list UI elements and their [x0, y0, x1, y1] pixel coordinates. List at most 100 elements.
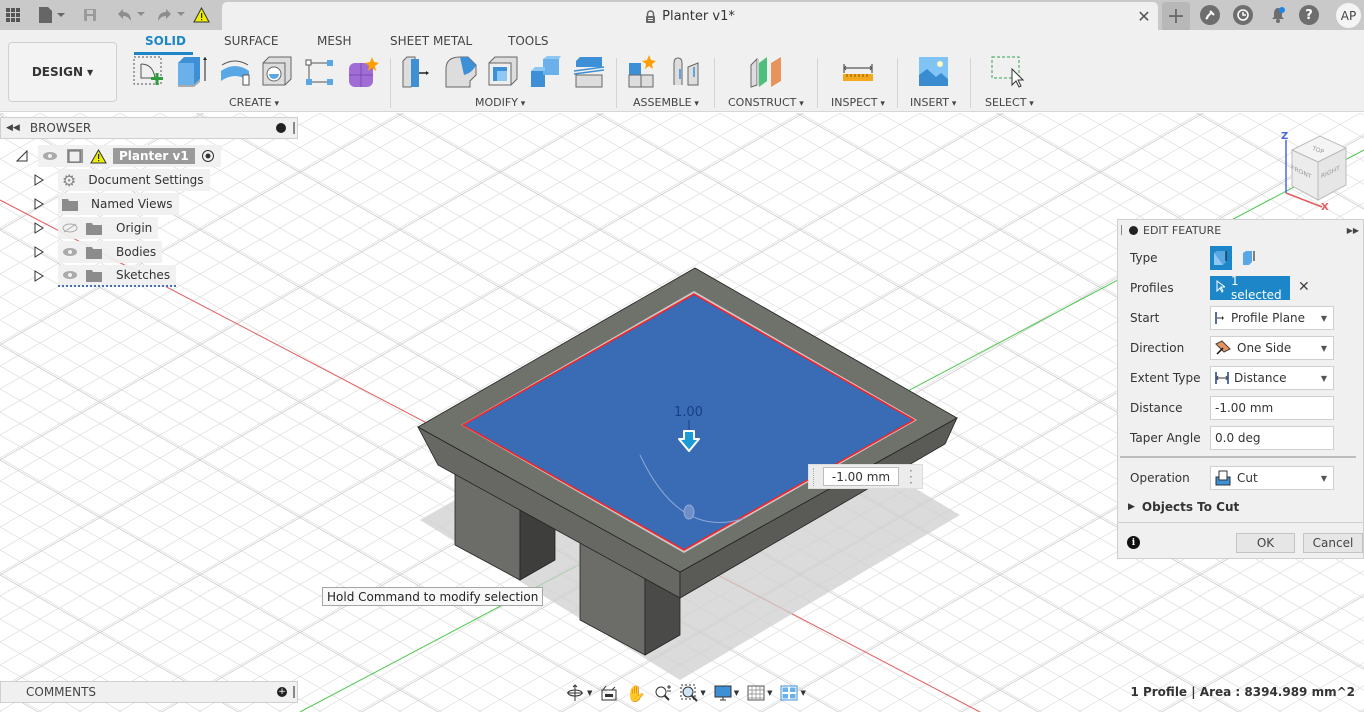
pattern-icon[interactable] [303, 55, 337, 89]
job-status-icon[interactable] [1233, 5, 1253, 25]
direction-dropdown[interactable]: One Side ▼ [1210, 336, 1334, 360]
chevron-down-icon[interactable]: ▼ [800, 689, 805, 697]
extensions-icon[interactable] [1200, 5, 1220, 25]
tab-tools[interactable]: TOOLS [508, 34, 549, 48]
browser-item-bodies[interactable]: Bodies [34, 241, 163, 263]
profiles-selection-button[interactable]: 1 selected [1210, 274, 1290, 302]
grid-apps-icon[interactable] [5, 5, 21, 25]
chevron-down-icon[interactable]: ▼ [587, 689, 592, 697]
insert-image-icon[interactable] [918, 55, 952, 89]
orbit-icon[interactable] [565, 684, 585, 702]
add-comment-icon[interactable]: + [277, 687, 287, 697]
browser-root-item[interactable]: Planter v1 [16, 145, 221, 167]
root-component-label[interactable]: Planter v1 [113, 148, 195, 164]
collapse-dialog-icon[interactable] [1129, 225, 1138, 235]
extent-type-dropdown[interactable]: Distance ▼ [1210, 366, 1334, 390]
expand-arrow-icon[interactable] [34, 198, 44, 210]
display-settings-icon[interactable] [714, 685, 732, 701]
objects-to-cut-section[interactable]: ▶ Objects To Cut [1128, 498, 1239, 516]
create-group-menu[interactable]: CREATE [229, 96, 279, 109]
create-sketch-icon[interactable] [132, 55, 166, 89]
browser-item-sketches[interactable]: Sketches [34, 265, 177, 287]
combine-icon[interactable] [529, 55, 563, 89]
select-group-menu[interactable]: SELECT [985, 96, 1034, 109]
minimize-panel-icon[interactable] [276, 123, 286, 133]
inspect-group-menu[interactable]: INSPECT [831, 96, 885, 109]
expand-arrow-icon[interactable] [34, 246, 44, 258]
collapse-panel-icon[interactable]: ◀◀ [6, 123, 20, 133]
undo-button[interactable] [114, 5, 146, 25]
notifications-icon[interactable] [1268, 5, 1288, 25]
taper-handle[interactable] [683, 504, 695, 520]
distance-field[interactable]: -1.00 mm [1210, 396, 1334, 420]
panel-resize-handle[interactable] [293, 686, 295, 698]
press-pull-icon[interactable] [401, 55, 435, 89]
measure-icon[interactable] [841, 55, 875, 89]
expand-arrow-icon[interactable] [34, 174, 44, 186]
type-thin-extrude-button[interactable] [1238, 246, 1260, 270]
type-one-side-extrude-button[interactable] [1210, 246, 1232, 270]
panel-resize-handle[interactable] [293, 122, 295, 134]
drag-handle[interactable] [813, 468, 816, 486]
eye-icon[interactable] [42, 151, 58, 161]
hole-icon[interactable] [261, 55, 295, 89]
document-tab[interactable]: Planter v1* ✕ [222, 2, 1158, 30]
modify-group-menu[interactable]: MODIFY [475, 96, 525, 109]
file-menu-button[interactable] [37, 5, 67, 25]
look-at-icon[interactable] [600, 685, 618, 701]
insert-group-menu[interactable]: INSERT [910, 96, 956, 109]
eye-icon[interactable] [62, 247, 78, 257]
revolve-icon[interactable] [218, 55, 252, 89]
ok-button[interactable]: OK [1236, 533, 1295, 553]
zoom-icon[interactable] [654, 685, 672, 701]
operation-dropdown[interactable]: Cut ▼ [1210, 466, 1334, 490]
tab-solid[interactable]: SOLID [145, 34, 186, 48]
tab-mesh[interactable]: MESH [317, 34, 352, 48]
joint-icon[interactable] [670, 55, 704, 89]
dialog-header[interactable]: EDIT FEATURE ▶▶ [1118, 220, 1363, 240]
more-options-icon[interactable]: · · · [909, 465, 913, 489]
distance-input[interactable]: -1.00 mm [823, 467, 899, 486]
help-icon[interactable]: ? [1299, 5, 1319, 25]
viewports-icon[interactable] [780, 685, 798, 701]
warning-icon[interactable] [192, 5, 210, 25]
activate-component-icon[interactable] [201, 149, 215, 163]
chevron-down-icon[interactable]: ▼ [767, 689, 772, 697]
taper-angle-field[interactable]: 0.0 deg [1210, 426, 1334, 450]
pan-icon[interactable]: ✋ [626, 684, 646, 703]
expand-arrow-icon[interactable] [34, 222, 44, 234]
fillet-icon[interactable] [444, 55, 478, 89]
expand-triangle-icon[interactable] [16, 150, 28, 162]
drag-handle[interactable] [1121, 225, 1123, 235]
close-tab-button[interactable]: ✕ [1134, 6, 1154, 26]
tab-surface[interactable]: SURFACE [224, 34, 279, 48]
eye-hidden-icon[interactable] [62, 223, 78, 233]
new-tab-button[interactable]: + [1162, 2, 1190, 30]
tab-sheet-metal[interactable]: SHEET METAL [390, 34, 472, 48]
user-avatar[interactable]: AP [1336, 3, 1361, 28]
split-body-icon[interactable] [572, 55, 606, 89]
chevron-down-icon[interactable]: ▼ [734, 689, 739, 697]
info-icon[interactable]: i [1127, 536, 1140, 549]
browser-item-document-settings[interactable]: ⚙ Document Settings [34, 169, 210, 191]
redo-button[interactable] [154, 5, 186, 25]
workspace-switcher-button[interactable]: DESIGN ▼ [8, 42, 117, 102]
browser-item-origin[interactable]: Origin [34, 217, 159, 239]
save-icon[interactable] [82, 5, 98, 25]
start-dropdown[interactable]: Profile Plane ▼ [1210, 306, 1334, 330]
extrude-icon[interactable] [176, 55, 210, 89]
assemble-group-menu[interactable]: ASSEMBLE [633, 96, 699, 109]
create-form-icon[interactable] [346, 55, 380, 89]
new-component-icon[interactable] [627, 55, 661, 89]
eye-icon[interactable] [62, 270, 78, 280]
window-select-icon[interactable] [990, 55, 1025, 89]
browser-item-named-views[interactable]: Named Views [34, 193, 179, 215]
chevron-down-icon[interactable]: ▼ [700, 689, 705, 697]
fit-icon[interactable] [680, 684, 699, 702]
expand-arrow-icon[interactable] [34, 270, 44, 282]
grid-settings-icon[interactable] [747, 685, 765, 701]
clear-selection-button[interactable]: ✕ [1298, 279, 1310, 295]
comments-panel-header[interactable]: COMMENTS + [0, 681, 298, 703]
offset-plane-icon[interactable] [749, 55, 783, 89]
dimension-label[interactable]: 1.00 [674, 405, 703, 420]
